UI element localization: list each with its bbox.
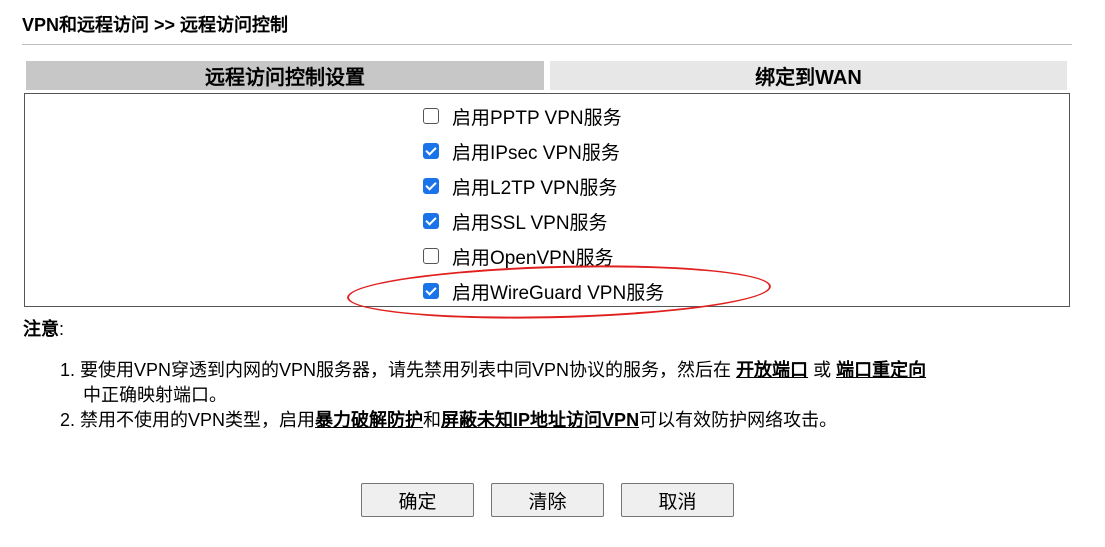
option-openvpn[interactable]: 启用OpenVPN服务 <box>421 244 614 269</box>
pptp-checkbox[interactable] <box>423 108 439 124</box>
notes-colon: : <box>59 319 65 339</box>
ipsec-checkbox[interactable] <box>423 143 439 159</box>
option-ipsec[interactable]: 启用IPsec VPN服务 <box>421 139 620 164</box>
breadcrumb: VPN和远程访问 >> 远程访问控制 <box>22 15 289 35</box>
note-1-number: 1. <box>60 360 76 380</box>
open-ports-link[interactable]: 开放端口 <box>736 360 808 380</box>
ok-button[interactable]: 确定 <box>361 483 474 517</box>
note-2-number: 2. <box>60 410 76 430</box>
option-pptp[interactable]: 启用PPTP VPN服务 <box>421 104 622 129</box>
pptp-label: 启用PPTP VPN服务 <box>452 107 622 129</box>
openvpn-checkbox[interactable] <box>423 248 439 264</box>
notes-list: 1. 要使用VPN穿透到内网的VPN服务器，请先禁用列表中同VPN协议的服务，然… <box>60 358 1050 433</box>
clear-button[interactable]: 清除 <box>491 483 604 517</box>
remote-access-control-page: VPN和远程访问 >> 远程访问控制 远程访问控制设置 绑定到WAN 启用PPT… <box>0 0 1105 547</box>
option-wireguard[interactable]: 启用WireGuard VPN服务 <box>421 279 665 304</box>
note-1-or: 或 <box>808 360 837 380</box>
note-2-and: 和 <box>423 410 442 430</box>
brute-force-protection-link[interactable]: 暴力破解防护 <box>315 410 423 430</box>
l2tp-checkbox[interactable] <box>423 178 439 194</box>
note-item-2: 2. 禁用不使用的VPN类型，启用暴力破解防护和屏蔽未知IP地址访问VPN可以有… <box>60 408 1050 433</box>
notes-title: 注意 <box>23 319 59 339</box>
note-item-1: 1. 要使用VPN穿透到内网的VPN服务器，请先禁用列表中同VPN协议的服务，然… <box>60 358 1050 383</box>
block-unknown-ip-link[interactable]: 屏蔽未知IP地址访问VPN <box>441 410 639 430</box>
wireguard-label: 启用WireGuard VPN服务 <box>452 282 665 304</box>
wireguard-checkbox[interactable] <box>423 283 439 299</box>
notes-heading: 注意: <box>23 315 64 341</box>
header-remote-access-settings: 远程访问控制设置 <box>26 61 544 90</box>
option-ssl[interactable]: 启用SSL VPN服务 <box>421 209 608 234</box>
openvpn-label: 启用OpenVPN服务 <box>452 247 614 269</box>
tab-bind-to-wan[interactable]: 绑定到WAN <box>550 61 1067 90</box>
note-2-text: 禁用不使用的VPN类型，启用 <box>80 410 316 430</box>
port-redirection-link[interactable]: 端口重定向 <box>836 360 926 380</box>
note-item-1-cont: 中正确映射端口。 <box>83 385 227 405</box>
note-1-text: 要使用VPN穿透到内网的VPN服务器，请先禁用列表中同VPN协议的服务，然后在 <box>80 360 737 380</box>
ssl-label: 启用SSL VPN服务 <box>452 212 608 234</box>
cancel-button[interactable]: 取消 <box>621 483 734 517</box>
ssl-checkbox[interactable] <box>423 213 439 229</box>
title-divider <box>22 44 1072 45</box>
option-l2tp[interactable]: 启用L2TP VPN服务 <box>421 174 618 199</box>
ipsec-label: 启用IPsec VPN服务 <box>452 142 620 164</box>
l2tp-label: 启用L2TP VPN服务 <box>452 177 618 199</box>
note-2-tail: 可以有效防护网络攻击。 <box>639 410 838 430</box>
